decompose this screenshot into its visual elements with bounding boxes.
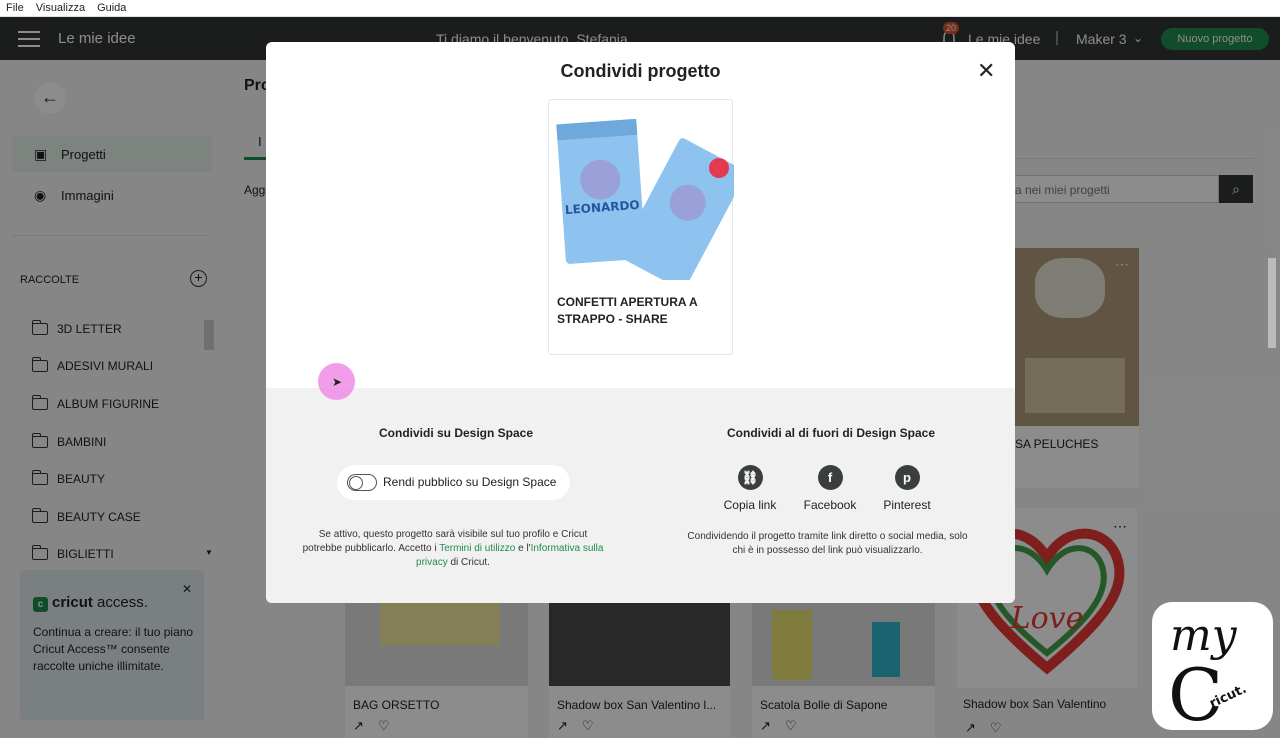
menu-view[interactable]: Visualizza <box>30 2 91 14</box>
pinterest-icon: p <box>894 465 920 490</box>
facebook-label: Facebook <box>803 498 857 512</box>
scrollbar-thumb[interactable] <box>1268 258 1276 348</box>
project-preview-image: LEONARDO <box>556 118 734 280</box>
public-desc: Se attivo, questo progetto sarà visibile… <box>302 529 604 568</box>
pinterest-button[interactable]: p Pinterest <box>872 465 942 512</box>
terms-link[interactable]: Termini di utilizzo <box>439 543 515 554</box>
pinterest-label: Pinterest <box>883 498 931 512</box>
project-name: CONFETTI APERTURA A STRAPPO - SHARE <box>557 295 698 326</box>
copy-link-button[interactable]: ⛓ Copia link <box>715 465 785 512</box>
menu-help[interactable]: Guida <box>91 2 132 14</box>
share-outside-desc: Condividendo il progetto tramite link di… <box>687 531 968 556</box>
public-toggle-row[interactable]: Rendi pubblico su Design Space <box>337 465 570 500</box>
public-toggle[interactable] <box>347 474 377 491</box>
menu-file[interactable]: File <box>0 2 30 14</box>
share-outside-title: Condividi al di fuori di Design Space <box>727 426 936 440</box>
link-icon: ⛓ <box>737 465 763 490</box>
mycricut-watermark-logo: my C ricut. <box>1152 602 1273 732</box>
svg-text:C: C <box>1168 653 1223 732</box>
os-menubar: File Visualizza Guida <box>0 0 1280 17</box>
share-design-space-title: Condividi su Design Space <box>379 426 534 440</box>
share-options-area: Condividi su Design Space Rendi pubblico… <box>266 388 1015 603</box>
project-preview-card: LEONARDO CONFETTI APERTURA A STRAPPO - S… <box>548 99 734 355</box>
facebook-button[interactable]: f Facebook <box>795 465 865 512</box>
copy-link-label: Copia link <box>723 498 777 512</box>
public-toggle-label: Rendi pubblico su Design Space <box>383 475 557 489</box>
dialog-title: Condividi progetto <box>560 61 721 81</box>
share-project-dialog: Condividi progetto ✕ LEONARDO CONFETTI A… <box>266 42 1015 603</box>
facebook-icon: f <box>817 465 843 490</box>
close-icon[interactable]: ✕ <box>977 58 995 84</box>
mouse-cursor-icon: ➤ <box>332 375 343 389</box>
